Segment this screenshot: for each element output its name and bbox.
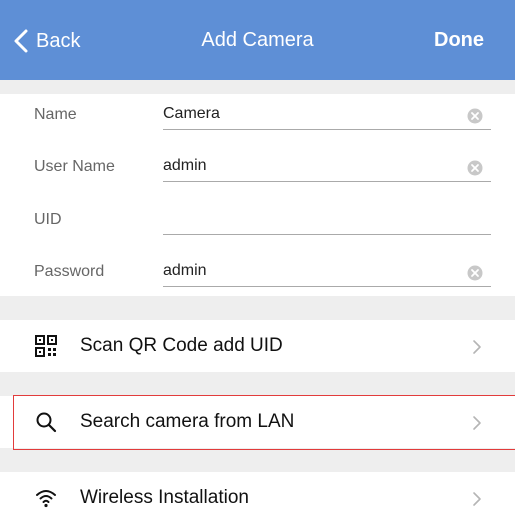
name-row: Name [0, 91, 515, 143]
scan-qr-code-row[interactable]: Scan QR Code add UID [0, 320, 515, 372]
chevron-right-icon [473, 416, 481, 430]
section-divider [0, 448, 515, 472]
password-input[interactable] [163, 255, 491, 287]
password-label: Password [34, 263, 105, 280]
chevron-left-icon [14, 29, 28, 53]
back-button[interactable]: Back [12, 26, 80, 56]
password-row: Password [0, 248, 515, 300]
section-divider [0, 372, 515, 396]
name-input[interactable] [163, 98, 491, 130]
wireless-installation-row[interactable]: Wireless Installation [0, 472, 515, 524]
done-button[interactable]: Done [434, 29, 484, 52]
uid-label: UID [34, 211, 62, 228]
wireless-installation-label: Wireless Installation [80, 487, 249, 508]
clear-icon[interactable] [467, 160, 483, 176]
wifi-icon [36, 490, 56, 508]
user-name-label: User Name [34, 158, 115, 175]
back-label: Back [36, 29, 81, 52]
add-camera-screen: Back Add Camera Done Name User Name UID … [0, 0, 515, 524]
chevron-right-icon [473, 340, 481, 354]
navigation-bar: Back Add Camera Done [0, 0, 515, 80]
clear-icon[interactable] [467, 108, 483, 124]
qr-code-icon [35, 335, 57, 357]
uid-row: UID [0, 196, 515, 248]
search-icon [36, 412, 57, 433]
chevron-right-icon [473, 492, 481, 506]
user-name-row: User Name [0, 143, 515, 195]
uid-input[interactable] [163, 203, 491, 235]
search-camera-lan-row[interactable]: Search camera from LAN [0, 396, 515, 448]
scan-qr-code-label: Scan QR Code add UID [80, 335, 283, 356]
user-name-input[interactable] [163, 150, 491, 182]
clear-icon[interactable] [467, 265, 483, 281]
search-camera-lan-label: Search camera from LAN [80, 411, 295, 432]
name-label: Name [34, 106, 77, 123]
section-divider [0, 296, 515, 320]
